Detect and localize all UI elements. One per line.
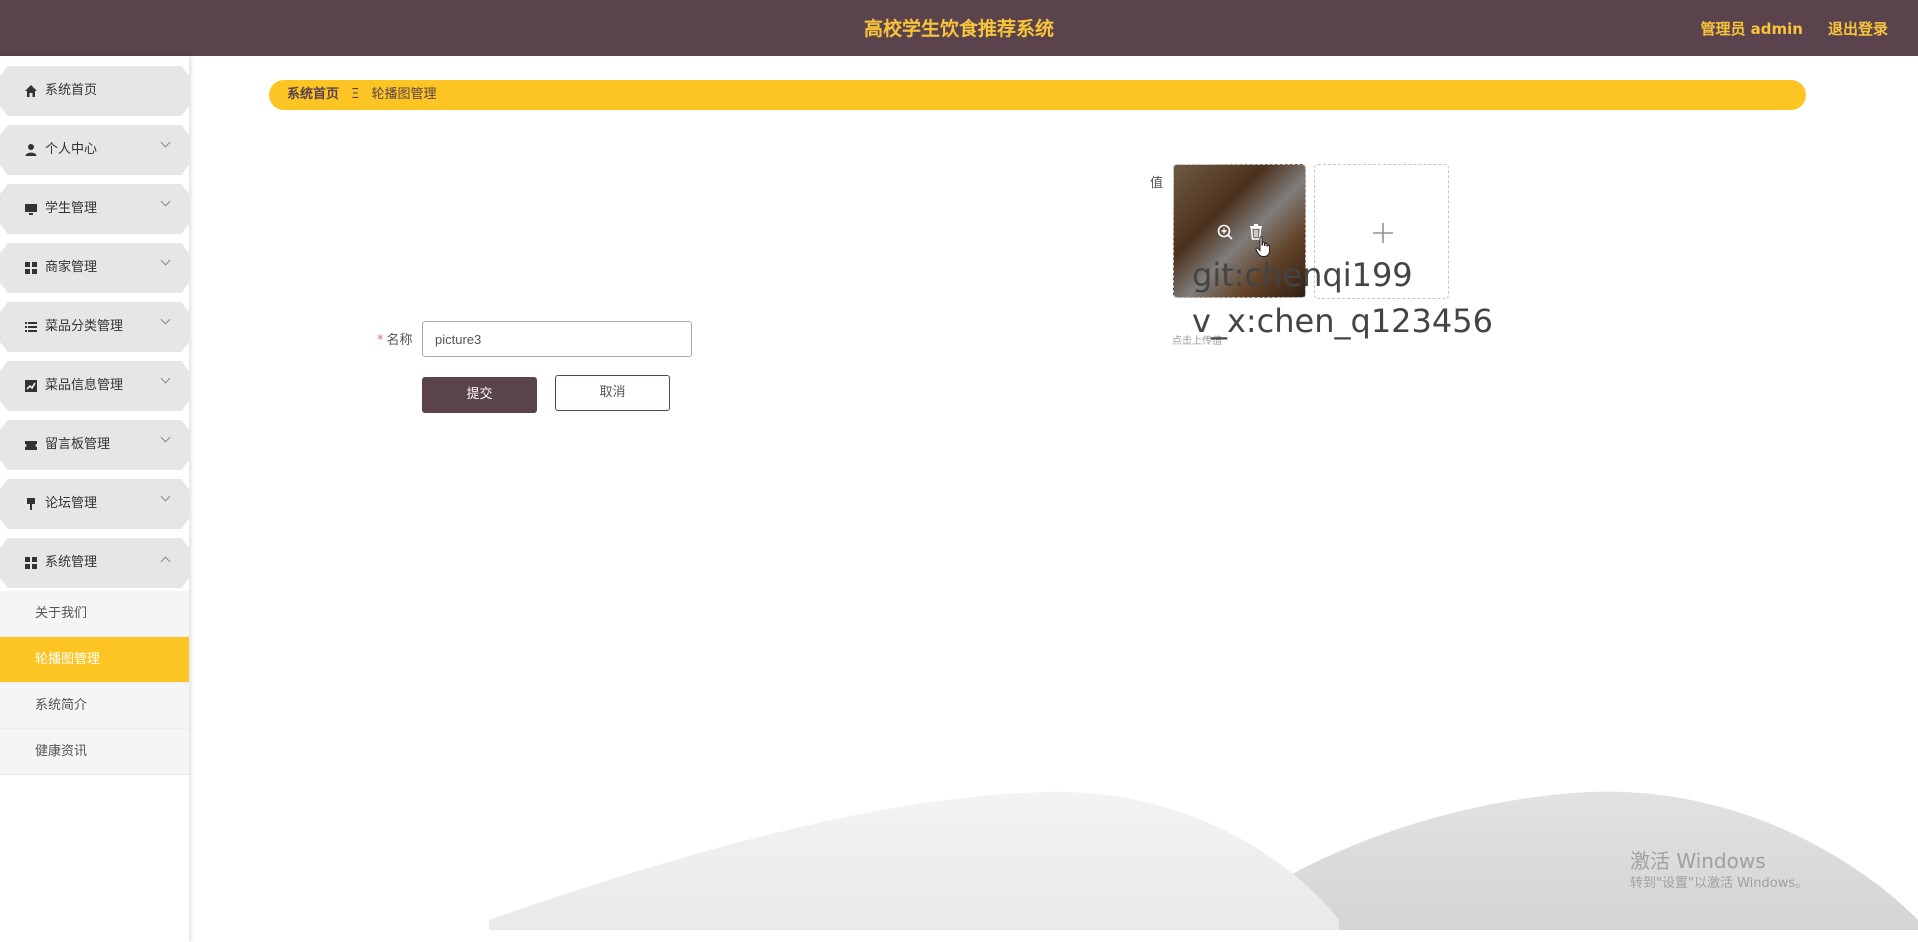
hand-cursor-icon xyxy=(1255,236,1270,257)
sidebar-item-label: 菜品分类管理 xyxy=(45,319,124,334)
chevron-up-icon xyxy=(160,556,171,567)
breadcrumb-current: 轮播图管理 xyxy=(371,87,437,102)
chevron-down-icon xyxy=(160,196,171,207)
required-mark: * xyxy=(377,333,384,348)
sidebar-item-message-board[interactable]: 留言板管理 xyxy=(0,420,189,470)
sidebar-item-home[interactable]: 系统首页 xyxy=(0,66,189,116)
submenu-item-system-intro[interactable]: 系统简介 xyxy=(0,683,189,729)
name-label-text: 名称 xyxy=(386,333,413,348)
sidebar-item-dish-categories[interactable]: 菜品分类管理 xyxy=(0,302,189,352)
sidebar-item-label: 菜品信息管理 xyxy=(45,378,124,393)
sidebar-item-dish-info[interactable]: 菜品信息管理 xyxy=(0,361,189,411)
chevron-down-icon xyxy=(160,255,171,266)
sidebar-item-forum[interactable]: 论坛管理 xyxy=(0,479,189,529)
breadcrumb: 系统首页 Ξ 轮播图管理 xyxy=(269,80,1806,110)
sidebar-item-personal[interactable]: 个人中心 xyxy=(0,125,189,175)
chevron-down-icon xyxy=(160,432,171,443)
grid-icon xyxy=(25,557,37,569)
user-icon xyxy=(25,144,37,156)
value-label: 值 xyxy=(1150,176,1164,191)
breadcrumb-separator: Ξ xyxy=(351,87,360,102)
sidebar-item-label: 系统管理 xyxy=(45,555,98,570)
submenu-item-carousel[interactable]: 轮播图管理 xyxy=(0,637,189,683)
sidebar-item-label: 个人中心 xyxy=(45,142,98,157)
zoom-in-icon[interactable] xyxy=(1216,223,1234,241)
grid-icon xyxy=(25,262,37,274)
sidebar: 系统首页 个人中心 学生管理 商家管理 菜品分类管理 菜品信息管理 留言板管理 … xyxy=(0,56,189,942)
windows-activation-subtitle: 转到"设置"以激活 Windows。 xyxy=(1630,876,1809,891)
plus-icon xyxy=(1373,223,1393,243)
list-icon xyxy=(25,322,37,332)
name-input[interactable] xyxy=(422,321,692,357)
home-icon xyxy=(25,85,37,97)
sidebar-item-label: 学生管理 xyxy=(45,201,98,216)
sidebar-item-label: 商家管理 xyxy=(45,260,98,275)
chevron-down-icon xyxy=(160,373,171,384)
overlay-text-line2: v_x:chen_q123456 xyxy=(1192,302,1493,340)
submenu-item-about[interactable]: 关于我们 xyxy=(0,591,189,637)
overlay-text-line1: git:chenqi199 xyxy=(1192,256,1413,294)
sidebar-item-label: 系统首页 xyxy=(45,83,98,98)
top-header: 高校学生饮食推荐系统 管理员 admin 退出登录 xyxy=(0,0,1918,56)
cancel-button[interactable]: 取消 xyxy=(555,375,670,411)
monitor-icon xyxy=(25,204,37,215)
sidebar-item-merchants[interactable]: 商家管理 xyxy=(0,243,189,293)
sidebar-item-label: 论坛管理 xyxy=(45,496,98,511)
ticket-icon xyxy=(25,441,37,450)
app-title: 高校学生饮食推荐系统 xyxy=(863,18,1054,40)
logout-button[interactable]: 退出登录 xyxy=(1828,0,1888,58)
windows-activation-title: 激活 Windows xyxy=(1630,849,1766,873)
sidebar-item-system[interactable]: 系统管理 xyxy=(0,538,189,588)
admin-user-label[interactable]: 管理员 admin xyxy=(1700,0,1803,58)
name-label: * 名称 xyxy=(377,329,413,348)
sidebar-item-students[interactable]: 学生管理 xyxy=(0,184,189,234)
submenu-item-health-news[interactable]: 健康资讯 xyxy=(0,729,189,775)
sidebar-item-label: 留言板管理 xyxy=(45,437,111,452)
submit-button[interactable]: 提交 xyxy=(422,377,537,413)
chevron-down-icon xyxy=(160,314,171,325)
chevron-down-icon xyxy=(160,491,171,502)
chart-icon xyxy=(25,380,37,392)
breadcrumb-home[interactable]: 系统首页 xyxy=(287,87,339,102)
chevron-down-icon xyxy=(160,137,171,148)
pin-icon xyxy=(27,498,35,510)
